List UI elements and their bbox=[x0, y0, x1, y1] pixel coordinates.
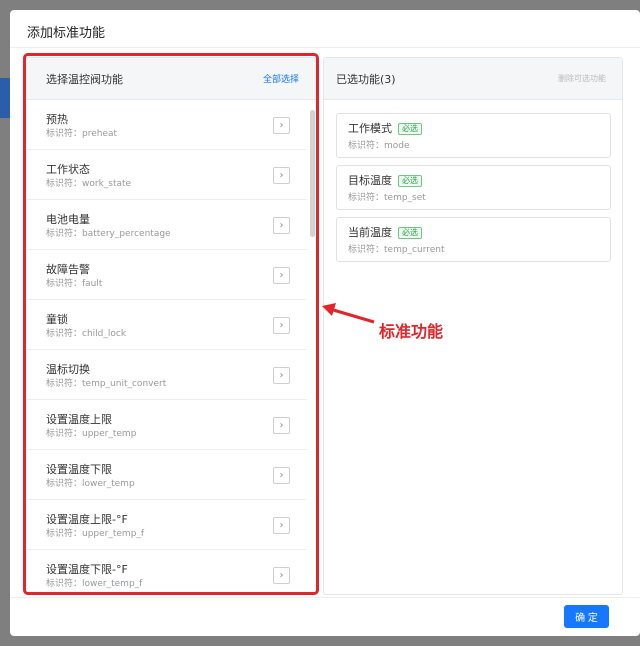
chevron-right-icon: › bbox=[279, 520, 284, 531]
list-item[interactable]: 预热 标识符：preheat › bbox=[25, 100, 307, 150]
selected-item: 目标温度 必选 标识符：temp_set bbox=[336, 165, 611, 210]
list-item[interactable]: 工作状态 标识符：work_state › bbox=[25, 150, 307, 200]
item-identifier: 标识符：lower_temp_f bbox=[46, 579, 143, 589]
required-badge: 必选 bbox=[398, 122, 422, 135]
add-arrow-button[interactable]: › bbox=[273, 167, 290, 184]
confirm-button[interactable]: 确 定 bbox=[564, 605, 609, 628]
list-item[interactable]: 童锁 标识符：child_lock › bbox=[25, 300, 307, 350]
add-arrow-button[interactable]: › bbox=[273, 417, 290, 434]
item-name: 设置温度上限 bbox=[46, 413, 112, 426]
item-name: 预热 bbox=[46, 113, 68, 126]
required-badge: 必选 bbox=[398, 174, 422, 187]
item-name: 设置温度下限-°F bbox=[46, 563, 128, 576]
chevron-right-icon: › bbox=[279, 420, 284, 431]
add-arrow-button[interactable]: › bbox=[273, 367, 290, 384]
item-name: 童锁 bbox=[46, 313, 68, 326]
item-identifier: 标识符：lower_temp bbox=[46, 479, 135, 489]
selected-item-identifier: 标识符：temp_set bbox=[348, 193, 426, 203]
item-identifier: 标识符：fault bbox=[46, 279, 103, 289]
selected-item: 工作模式 必选 标识符：mode bbox=[336, 113, 611, 158]
selected-functions-list: 工作模式 必选 标识符：mode 目标温度 必选 标识符：temp_set 当前… bbox=[324, 100, 622, 262]
item-identifier: 标识符：upper_temp bbox=[46, 429, 137, 439]
selected-functions-title: 已选功能(3) bbox=[336, 72, 396, 86]
add-arrow-button[interactable]: › bbox=[273, 117, 290, 134]
function-list[interactable]: 预热 标识符：preheat › 工作状态 标识符：work_state › 电… bbox=[25, 100, 307, 594]
item-name: 故障告警 bbox=[46, 263, 90, 276]
list-item[interactable]: 电池电量 标识符：battery_percentage › bbox=[25, 200, 307, 250]
add-arrow-button[interactable]: › bbox=[273, 467, 290, 484]
list-item[interactable]: 设置温度下限-°F 标识符：lower_temp_f › bbox=[25, 550, 307, 594]
chevron-right-icon: › bbox=[279, 470, 284, 481]
chevron-right-icon: › bbox=[279, 320, 284, 331]
dialog-footer: 确 定 bbox=[10, 597, 640, 636]
required-badge: 必选 bbox=[398, 226, 422, 239]
chevron-right-icon: › bbox=[279, 570, 284, 581]
item-identifier: 标识符：temp_unit_convert bbox=[46, 379, 167, 389]
function-select-panel: 选择温控阀功能 全部选择 预热 标识符：preheat › 工作状态 标识符：w… bbox=[24, 57, 318, 595]
item-identifier: 标识符：upper_temp_f bbox=[46, 529, 145, 539]
list-item[interactable]: 温标切换 标识符：temp_unit_convert › bbox=[25, 350, 307, 400]
remove-optional-link[interactable]: 删除可选功能 bbox=[558, 73, 606, 84]
chevron-right-icon: › bbox=[279, 220, 284, 231]
add-arrow-button[interactable]: › bbox=[273, 517, 290, 534]
selected-item: 当前温度 必选 标识符：temp_current bbox=[336, 217, 611, 262]
list-scrollbar[interactable] bbox=[310, 110, 315, 237]
selected-item-name: 当前温度 bbox=[348, 226, 392, 239]
annotation-label: 标准功能 bbox=[379, 322, 444, 341]
add-arrow-button[interactable]: › bbox=[273, 267, 290, 284]
add-arrow-button[interactable]: › bbox=[273, 567, 290, 584]
selected-functions-header: 已选功能(3) 删除可选功能 bbox=[324, 58, 622, 100]
add-arrow-button[interactable]: › bbox=[273, 217, 290, 234]
select-all-link[interactable]: 全部选择 bbox=[263, 72, 299, 85]
item-name: 电池电量 bbox=[46, 213, 90, 226]
add-arrow-button[interactable]: › bbox=[273, 317, 290, 334]
dialog-title: 添加标准功能 bbox=[10, 10, 640, 48]
selected-item-identifier: 标识符：mode bbox=[348, 141, 410, 151]
list-item[interactable]: 故障告警 标识符：fault › bbox=[25, 250, 307, 300]
item-name: 设置温度下限 bbox=[46, 463, 112, 476]
item-identifier: 标识符：preheat bbox=[46, 129, 118, 139]
chevron-right-icon: › bbox=[279, 120, 284, 131]
selected-item-name: 工作模式 bbox=[348, 122, 392, 135]
annotation-arrow-icon bbox=[322, 303, 375, 324]
chevron-right-icon: › bbox=[279, 270, 284, 281]
list-item[interactable]: 设置温度上限-°F 标识符：upper_temp_f › bbox=[25, 500, 307, 550]
item-name: 设置温度上限-°F bbox=[46, 513, 128, 526]
list-item[interactable]: 设置温度下限 标识符：lower_temp › bbox=[25, 450, 307, 500]
item-identifier: 标识符：child_lock bbox=[46, 329, 127, 339]
function-select-title: 选择温控阀功能 bbox=[46, 72, 123, 86]
chevron-right-icon: › bbox=[279, 170, 284, 181]
selected-item-identifier: 标识符：temp_current bbox=[348, 245, 445, 255]
list-item[interactable]: 设置温度上限 标识符：upper_temp › bbox=[25, 400, 307, 450]
item-name: 工作状态 bbox=[46, 163, 90, 176]
chevron-right-icon: › bbox=[279, 370, 284, 381]
item-name: 温标切换 bbox=[46, 363, 90, 376]
item-identifier: 标识符：work_state bbox=[46, 179, 132, 189]
selected-item-name: 目标温度 bbox=[348, 174, 392, 187]
function-select-header: 选择温控阀功能 全部选择 bbox=[25, 58, 317, 100]
background-nav-strip bbox=[0, 78, 10, 118]
item-identifier: 标识符：battery_percentage bbox=[46, 229, 171, 239]
